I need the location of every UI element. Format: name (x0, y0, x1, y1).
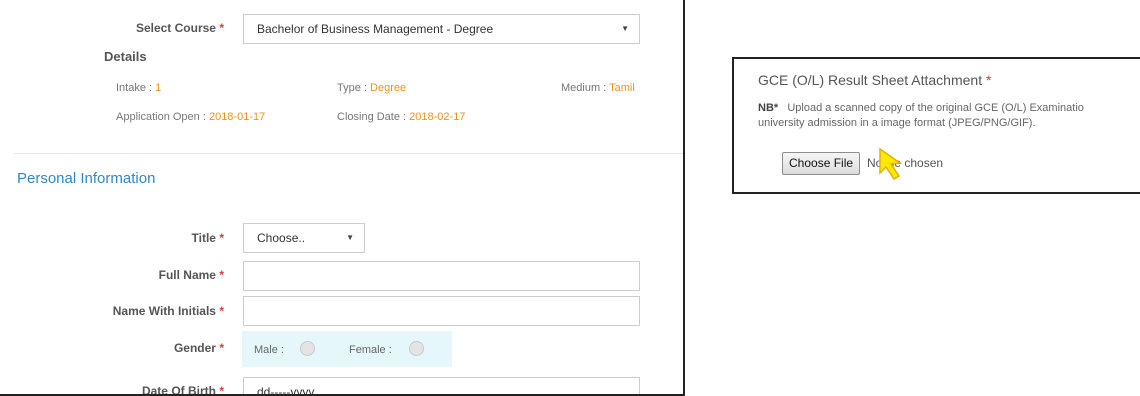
gender-label: Gender * (173, 341, 224, 355)
chevron-down-icon: ▼ (346, 233, 354, 242)
attachment-title: GCE (O/L) Result Sheet Attachment * (758, 72, 992, 88)
gender-radio-group: Male : Female : (242, 331, 452, 367)
male-radio[interactable] (300, 341, 315, 356)
attachment-note: NB* Upload a scanned copy of the origina… (758, 102, 1084, 129)
male-label: Male : (254, 344, 284, 356)
course-select[interactable]: Bachelor of Business Management - Degree… (243, 14, 640, 44)
medium-info: Medium : Tamil (561, 82, 635, 94)
female-radio[interactable] (409, 341, 424, 356)
name-with-initials-label: Name With Initials * (112, 304, 224, 318)
type-info: Type : Degree (337, 82, 407, 94)
full-name-label: Full Name * (158, 268, 224, 282)
intake-info: Intake : 1 (116, 82, 162, 94)
personal-information-heading: Personal Information (17, 170, 156, 187)
choose-file-button[interactable]: Choose File (782, 152, 861, 175)
application-open-info: Application Open : 2018-01-17 (116, 111, 266, 123)
date-of-birth-label: Date Of Birth * (141, 384, 224, 396)
date-of-birth-input[interactable]: dd-----yyyy (243, 377, 640, 396)
details-heading: Details (104, 49, 147, 64)
select-course-label: Select Course * (135, 21, 224, 35)
closing-date-info: Closing Date : 2018-02-17 (337, 111, 466, 123)
course-select-value: Bachelor of Business Management - Degree (257, 22, 494, 36)
title-select-value: Choose.. (257, 231, 306, 245)
registration-form-panel: Select Course * Bachelor of Business Man… (0, 0, 685, 396)
title-select[interactable]: Choose.. ▼ (243, 223, 365, 253)
section-divider (14, 153, 683, 154)
date-of-birth-placeholder: dd-----yyyy (257, 385, 315, 396)
cursor-arrow-icon (879, 147, 903, 181)
chevron-down-icon: ▼ (621, 24, 629, 33)
title-label: Title * (191, 231, 224, 245)
name-with-initials-input[interactable] (243, 296, 640, 326)
female-label: Female : (349, 344, 392, 356)
attachment-panel: GCE (O/L) Result Sheet Attachment * NB* … (732, 57, 1140, 194)
full-name-input[interactable] (243, 261, 640, 291)
